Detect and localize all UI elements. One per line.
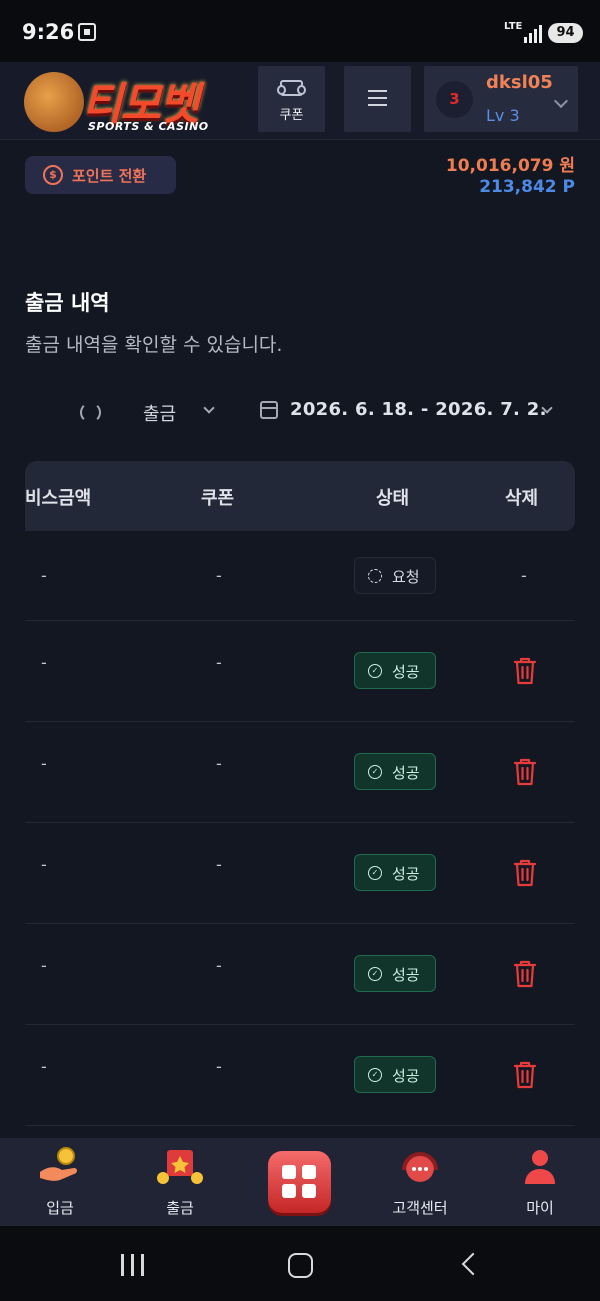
type-filter-value: 출금 bbox=[143, 404, 177, 425]
bonus-cell: - bbox=[41, 1057, 47, 1076]
chevron-down-icon bbox=[203, 402, 215, 414]
column-header-bonus: 비스금액 bbox=[25, 488, 92, 509]
username: dksl05 bbox=[486, 72, 553, 93]
status-label: 성공 bbox=[392, 663, 420, 681]
avatar: 3 bbox=[436, 81, 473, 118]
trash-icon[interactable] bbox=[513, 657, 537, 685]
check-circle-icon: ✓ bbox=[368, 1068, 382, 1082]
bonus-cell: - bbox=[41, 754, 47, 773]
column-header-delete: 삭제 bbox=[505, 488, 539, 509]
home-icon[interactable] bbox=[288, 1253, 313, 1278]
bonus-cell: - bbox=[41, 566, 47, 585]
refresh-icon bbox=[368, 569, 382, 583]
table-row: - - 요청 - bbox=[25, 531, 575, 621]
nav-support-label: 고객센터 bbox=[392, 1199, 448, 1217]
bonus-cell: - bbox=[41, 956, 47, 975]
brand-logo[interactable]: 티모벳 SPORTS & CASINO bbox=[18, 66, 238, 138]
table-row: - - ✓ 성공 bbox=[25, 823, 575, 924]
point-convert-label: 포인트 전환 bbox=[72, 167, 147, 185]
coupon-label: 쿠폰 bbox=[279, 108, 304, 123]
check-circle-icon: ✓ bbox=[368, 765, 382, 779]
coupon-button[interactable]: 쿠폰 bbox=[258, 66, 325, 132]
status-time: 9:26 bbox=[22, 20, 75, 44]
point-balance: 213,842 P bbox=[479, 177, 575, 197]
trash-icon[interactable] bbox=[513, 960, 537, 988]
nav-my-label: 마이 bbox=[526, 1199, 554, 1217]
coupon-cell: - bbox=[216, 956, 222, 975]
exchange-icon: $ bbox=[43, 165, 63, 185]
status-label: 성공 bbox=[392, 764, 420, 782]
nav-support[interactable]: 고객센터 bbox=[375, 1138, 465, 1226]
coupon-cell: - bbox=[216, 566, 222, 585]
refresh-icon[interactable] bbox=[80, 402, 101, 423]
ticket-icon bbox=[277, 80, 306, 96]
user-icon bbox=[525, 1150, 555, 1184]
status-label: 성공 bbox=[392, 1067, 420, 1085]
check-circle-icon: ✓ bbox=[368, 967, 382, 981]
battery-indicator: 94 bbox=[548, 23, 583, 43]
menu-button[interactable] bbox=[344, 66, 411, 132]
nav-deposit[interactable]: 입금 bbox=[20, 1138, 100, 1226]
trash-icon[interactable] bbox=[513, 859, 537, 887]
trash-icon[interactable] bbox=[513, 758, 537, 786]
status-badge: ✓ 성공 bbox=[354, 753, 436, 790]
app-header: 티모벳 SPORTS & CASINO 쿠폰 3 dksl05 Lv 3 bbox=[0, 62, 600, 140]
coin-hand-icon bbox=[40, 1147, 77, 1181]
type-filter-select[interactable]: 출금 bbox=[143, 400, 176, 426]
signal-icon bbox=[524, 25, 544, 43]
user-level: Lv 3 bbox=[486, 106, 520, 125]
status-label: 성공 bbox=[392, 865, 420, 883]
status-label: 성공 bbox=[392, 966, 420, 984]
bonus-cell: - bbox=[41, 653, 47, 672]
point-convert-button[interactable]: $ 포인트 전환 bbox=[25, 156, 176, 194]
table-row: - - ✓ 성공 bbox=[25, 722, 575, 823]
table-header: 비스금액 쿠폰 상태 삭제 bbox=[25, 461, 575, 531]
network-type: LTE bbox=[504, 21, 523, 32]
status-badge: ✓ 성공 bbox=[354, 1056, 436, 1093]
system-nav-bar bbox=[0, 1226, 600, 1301]
nav-deposit-label: 입금 bbox=[46, 1199, 74, 1217]
user-menu[interactable]: 3 dksl05 Lv 3 bbox=[424, 66, 578, 132]
column-header-status: 상태 bbox=[376, 488, 410, 509]
logo-subtitle: SPORTS & CASINO bbox=[88, 120, 209, 133]
page-title: 출금 내역 bbox=[25, 291, 110, 315]
status-badge: 요청 bbox=[354, 557, 436, 594]
page-subtitle: 출금 내역을 확인할 수 있습니다. bbox=[25, 334, 283, 356]
nav-withdraw[interactable]: 출금 bbox=[140, 1138, 220, 1226]
back-icon[interactable] bbox=[461, 1252, 485, 1276]
coupon-cell: - bbox=[216, 754, 222, 773]
status-badge: ✓ 성공 bbox=[354, 854, 436, 891]
coupon-cell: - bbox=[216, 855, 222, 874]
nav-my[interactable]: 마이 bbox=[500, 1138, 580, 1226]
bonus-cell: - bbox=[41, 855, 47, 874]
status-label: 요청 bbox=[392, 568, 420, 586]
home-grid-button[interactable] bbox=[268, 1151, 331, 1213]
headset-icon bbox=[402, 1152, 438, 1182]
recent-apps-icon[interactable] bbox=[121, 1254, 146, 1276]
table-row: - - ✓ 성공 bbox=[25, 924, 575, 1025]
screen-record-icon bbox=[78, 23, 96, 41]
trash-icon[interactable] bbox=[513, 1061, 537, 1089]
chevron-down-icon bbox=[553, 93, 569, 109]
table-row: - - ✓ 성공 bbox=[25, 1025, 575, 1126]
table-row: - - ✓ 성공 bbox=[25, 621, 575, 722]
date-range-value: 2026. 6. 18. - 2026. 7. 2. bbox=[290, 399, 547, 420]
coupon-cell: - bbox=[216, 653, 222, 672]
coupon-cell: - bbox=[216, 1057, 222, 1076]
cash-balance: 10,016,079 원 bbox=[445, 156, 575, 176]
status-bar: 9:26 LTE 94 bbox=[0, 0, 600, 62]
date-range-picker[interactable]: 2026. 6. 18. - 2026. 7. 2. bbox=[290, 399, 547, 420]
status-badge: ✓ 성공 bbox=[354, 652, 436, 689]
calendar-icon bbox=[260, 401, 278, 419]
nav-withdraw-label: 출금 bbox=[166, 1199, 194, 1217]
column-header-coupon: 쿠폰 bbox=[201, 488, 235, 509]
mascot-icon bbox=[24, 72, 84, 132]
delete-cell: - bbox=[521, 566, 527, 585]
hamburger-icon bbox=[368, 90, 387, 106]
status-badge: ✓ 성공 bbox=[354, 955, 436, 992]
check-circle-icon: ✓ bbox=[368, 664, 382, 678]
check-circle-icon: ✓ bbox=[368, 866, 382, 880]
bottom-nav: 입금 출금 고객센터 마이 bbox=[0, 1138, 600, 1226]
gift-coins-icon bbox=[157, 1150, 203, 1184]
